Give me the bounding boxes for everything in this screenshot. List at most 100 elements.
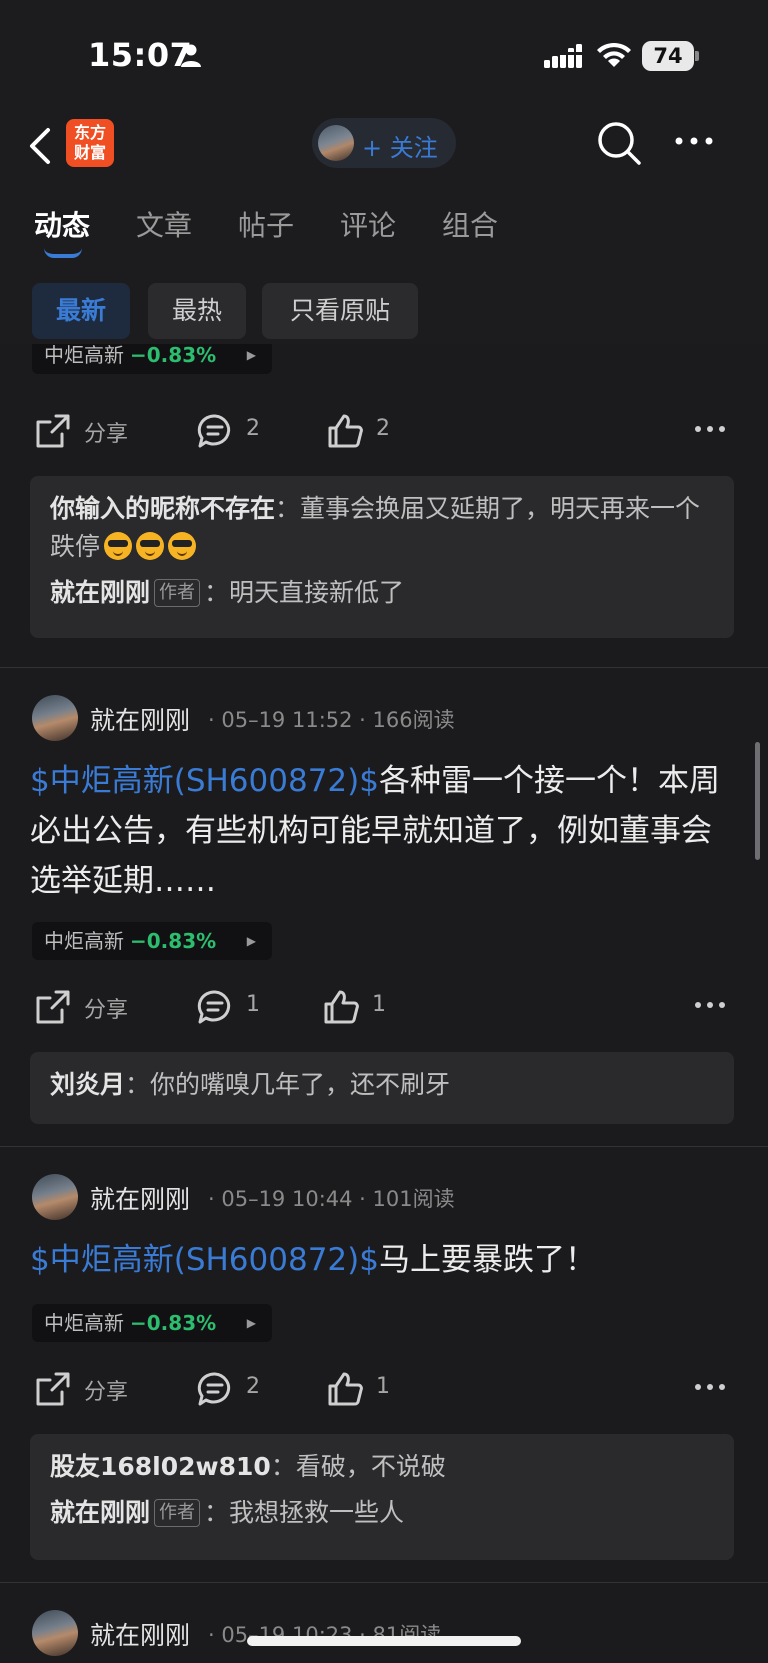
avatar[interactable] <box>32 1174 78 1220</box>
like-count: 1 <box>376 1374 390 1399</box>
post-more-icon[interactable] <box>694 1380 726 1394</box>
avatar[interactable] <box>32 695 78 741</box>
battery-indicator: 74 <box>642 41 699 71</box>
reply-user[interactable]: 你输入的昵称不存在 <box>50 494 275 523</box>
stock-tag[interactable]: 中炬高新 −0.83% ▶ <box>32 922 272 960</box>
filter-bar: 最新 最热 只看原贴 <box>0 262 768 344</box>
reply-item: 就在刚刚 作者 ：我想拯救一些人 <box>50 1498 405 1527</box>
comment-button[interactable]: 1 <box>196 982 276 1032</box>
post-header: 就在刚刚 · 05–19 10:23 · 81阅读 <box>32 1610 732 1656</box>
post-actions: 分享 2 2 <box>0 406 768 456</box>
stock-cashtag[interactable]: $中炬高新(SH600872)$ <box>30 763 379 799</box>
post-actions: 分享 2 1 <box>0 1364 768 1414</box>
cool-emoji-icon <box>168 532 197 560</box>
post-body[interactable]: $中炬高新(SH600872)$马上要暴跌了！ <box>30 1235 740 1285</box>
tab-dynamics[interactable]: 动态 <box>34 204 90 244</box>
stock-tag[interactable]: 中炬高新 −0.83% ▶ <box>32 344 272 374</box>
reply-user[interactable]: 就在刚刚 <box>50 578 150 607</box>
reply-text: 你的嘴嗅几年了，还不刷牙 <box>150 1070 451 1099</box>
filter-hottest[interactable]: 最热 <box>148 283 246 339</box>
comment-icon <box>197 1372 231 1406</box>
stock-change: −0.83% <box>130 929 217 953</box>
reply-item: 股友168l02w810：看破，不说破 <box>50 1452 446 1481</box>
post-divider <box>0 1582 768 1583</box>
reply-item: 刘炎月：你的嘴嗅几年了，还不刷牙 <box>50 1070 451 1099</box>
follow-button[interactable]: + 关注 <box>312 118 456 168</box>
stock-change: −0.83% <box>130 1311 217 1335</box>
share-label: 分享 <box>84 422 129 447</box>
like-button[interactable]: 2 <box>326 406 406 456</box>
caret-right-icon: ▶ <box>246 934 256 948</box>
stock-change: −0.83% <box>130 344 217 367</box>
tab-portfolios[interactable]: 组合 <box>442 204 498 244</box>
share-button[interactable]: 分享 <box>34 1364 144 1414</box>
comment-button[interactable]: 2 <box>196 1364 276 1414</box>
share-button[interactable]: 分享 <box>34 406 144 456</box>
like-button[interactable]: 1 <box>322 982 402 1032</box>
post-username[interactable]: 就在刚刚 <box>90 701 190 737</box>
post-more-icon[interactable] <box>694 998 726 1012</box>
post-header: 就在刚刚 · 05–19 11:52 · 166阅读 <box>32 695 732 741</box>
comment-count: 2 <box>246 416 260 441</box>
reply-user[interactable]: 股友168l02w810 <box>50 1452 271 1481</box>
post-more-icon[interactable] <box>694 422 726 436</box>
comment-icon <box>197 414 231 448</box>
reply-text: 看破，不说破 <box>295 1452 446 1481</box>
post-body[interactable]: $中炬高新(SH600872)$各种雷一个接一个！本周必出公告，有些机构可能早就… <box>30 756 740 906</box>
cool-emoji-icon <box>104 532 133 560</box>
cellular-signal-icon <box>544 44 582 68</box>
post-divider <box>0 1146 768 1147</box>
person-icon <box>181 44 201 67</box>
thumbs-up-icon <box>328 1372 363 1406</box>
like-button[interactable]: 1 <box>326 1364 406 1414</box>
share-icon <box>36 414 70 448</box>
post-username[interactable]: 就在刚刚 <box>90 1616 190 1652</box>
app-screen: 15:07 74 东方 财富 + 关注 动态 文章 帖子 评论 组合 最新 最热… <box>0 0 768 1663</box>
home-indicator[interactable] <box>247 1636 521 1646</box>
stock-name: 中炬高新 <box>44 929 124 953</box>
back-arrow-icon[interactable] <box>26 124 56 168</box>
user-avatar-small <box>318 125 354 161</box>
stock-tag[interactable]: 中炬高新 −0.83% ▶ <box>32 1304 272 1342</box>
reply-preview[interactable]: 你输入的昵称不存在：董事会换届又延期了，明天再来一个跌停 就在刚刚 作者 ：明天直接… <box>30 476 734 638</box>
stock-name: 中炬高新 <box>44 1311 124 1335</box>
reply-text: 我想拯救一些人 <box>229 1498 405 1527</box>
battery-cap <box>695 51 699 61</box>
stock-cashtag[interactable]: $中炬高新(SH600872)$ <box>30 1242 379 1278</box>
author-badge: 作者 <box>154 1499 201 1527</box>
thumbs-up-icon <box>324 990 359 1024</box>
filter-latest[interactable]: 最新 <box>32 283 130 339</box>
comment-count: 1 <box>246 992 260 1017</box>
comment-count: 2 <box>246 1374 260 1399</box>
share-button[interactable]: 分享 <box>34 982 144 1032</box>
tab-articles[interactable]: 文章 <box>136 204 192 244</box>
reply-user[interactable]: 就在刚刚 <box>50 1498 150 1527</box>
comment-icon <box>197 990 231 1024</box>
status-time: 15:07 <box>88 36 193 74</box>
reply-preview[interactable]: 股友168l02w810：看破，不说破 就在刚刚 作者 ：我想拯救一些人 <box>30 1434 734 1560</box>
reply-user[interactable]: 刘炎月 <box>50 1070 125 1099</box>
scrollbar[interactable] <box>755 742 760 860</box>
share-label: 分享 <box>84 998 129 1023</box>
tab-comments[interactable]: 评论 <box>340 204 396 244</box>
more-options-icon[interactable] <box>674 134 714 148</box>
post-actions: 分享 1 1 <box>0 982 768 1032</box>
post-meta: · 05–19 10:44 · 101阅读 <box>208 1187 455 1211</box>
cool-emoji-icon <box>136 532 165 560</box>
top-nav-bar: 东方 财富 + 关注 <box>0 110 768 190</box>
tab-posts[interactable]: 帖子 <box>238 204 294 244</box>
search-icon[interactable] <box>596 120 642 166</box>
filter-original-only[interactable]: 只看原贴 <box>262 283 418 339</box>
wifi-icon <box>597 42 631 67</box>
post-text: 马上要暴跌了！ <box>378 1242 596 1278</box>
thumbs-up-icon <box>328 414 363 448</box>
post-username[interactable]: 就在刚刚 <box>90 1180 190 1216</box>
stock-name: 中炬高新 <box>44 344 124 367</box>
profile-tabs: 动态 文章 帖子 评论 组合 <box>0 190 768 262</box>
avatar[interactable] <box>32 1610 78 1656</box>
reply-preview[interactable]: 刘炎月：你的嘴嗅几年了，还不刷牙 <box>30 1052 734 1124</box>
active-tab-indicator <box>44 248 82 258</box>
comment-button[interactable]: 2 <box>196 406 276 456</box>
share-icon <box>36 990 70 1024</box>
author-badge: 作者 <box>154 579 201 607</box>
